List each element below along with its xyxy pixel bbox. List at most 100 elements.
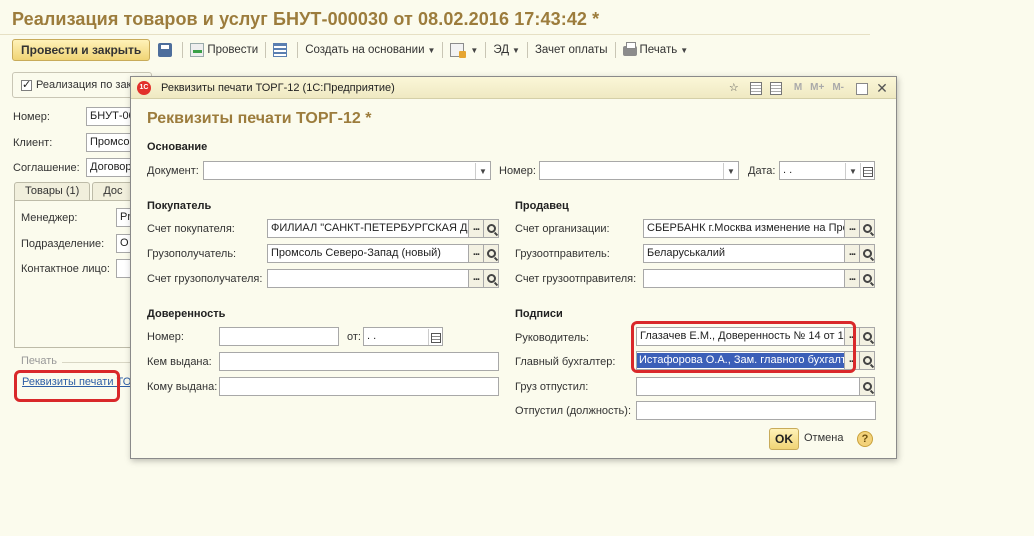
post-button[interactable]: Провести (186, 39, 262, 61)
number-label: Номер: (13, 111, 50, 123)
maximize-icon[interactable] (856, 83, 868, 95)
search-icon (486, 274, 496, 283)
issued-by-field[interactable] (219, 352, 499, 371)
basis-document-field[interactable]: ▼ (203, 161, 491, 180)
agreement-label: Соглашение: (13, 162, 80, 174)
chevron-down-icon[interactable]: ▼ (845, 163, 860, 179)
create-based-on-button[interactable]: Создать на основании ▼ (301, 39, 439, 61)
consignee-account-field[interactable] (267, 269, 469, 288)
save-button[interactable] (154, 39, 179, 61)
print-requisites-link[interactable]: Реквизиты печати ТОРГ-12 (22, 376, 130, 388)
consignee-select-button[interactable]: ... (468, 244, 484, 263)
calendar-button[interactable] (428, 329, 442, 345)
tab-goods[interactable]: Товары (1) (14, 182, 91, 200)
main-toolbar: Провести и закрыть Провести Создать на о… (12, 39, 692, 61)
dialog-heading: Реквизиты печати ТОРГ-12 * (147, 110, 372, 127)
toolbar-separator (614, 42, 616, 58)
chevron-down-icon[interactable]: ▼ (723, 163, 738, 179)
poa-number-field[interactable] (219, 327, 339, 346)
favorite-icon[interactable]: ☆ (726, 80, 742, 96)
help-icon[interactable]: ? (857, 431, 873, 447)
poa-date-value: . . (367, 330, 377, 342)
consignee-open-button[interactable] (483, 244, 499, 263)
search-icon (862, 249, 872, 258)
head-open-button[interactable] (859, 327, 875, 346)
consignee-account-label: Счет грузополучателя: (147, 273, 263, 285)
chief-accountant-value: Истафорова О.А., Зам. главного бухгалт (637, 353, 844, 368)
chevron-down-icon: ▼ (427, 45, 436, 55)
released-position-field[interactable] (636, 401, 876, 420)
org-account-open-button[interactable] (859, 219, 875, 238)
issued-by-label: Кем выдана: (147, 356, 212, 368)
memory-button[interactable]: M (792, 80, 804, 96)
released-by-field[interactable] (636, 377, 860, 396)
search-icon (862, 356, 872, 365)
tab-additional[interactable]: Дос (92, 182, 134, 200)
chief-accountant-field[interactable]: Истафорова О.А., Зам. главного бухгалт (636, 351, 845, 370)
buyer-account-label: Счет покупателя: (147, 223, 235, 235)
consignee-label: Грузополучатель: (147, 248, 237, 260)
document-icon (450, 43, 467, 58)
payment-offset-button[interactable]: Зачет оплаты (531, 39, 612, 61)
issued-to-field[interactable] (219, 377, 499, 396)
buyer-account-open-button[interactable] (483, 219, 499, 238)
chevron-down-icon: ▼ (512, 45, 520, 55)
search-icon (862, 332, 872, 341)
calendar-button[interactable] (860, 163, 874, 179)
calculator-icon[interactable] (749, 82, 762, 95)
close-icon[interactable]: ✕ (874, 80, 890, 96)
poa-date-field[interactable]: . . (363, 327, 443, 346)
basis-date-field[interactable]: . . ▼ (779, 161, 875, 180)
agreement-field[interactable]: Договор (86, 158, 132, 177)
head-label: Руководитель: (515, 332, 589, 344)
ok-button[interactable]: OK (769, 428, 799, 450)
basis-number-field[interactable]: ▼ (539, 161, 739, 180)
consignee-account-select-button[interactable]: ... (468, 269, 484, 288)
shipper-field[interactable]: Беларуськалий (643, 244, 845, 263)
print-menu-button[interactable]: Печать ▼ (619, 39, 693, 61)
chief-accountant-select-button[interactable]: ... (844, 351, 860, 370)
org-account-field[interactable]: СБЕРБАНК г.Москва изменение на Пром (643, 219, 845, 238)
buyer-account-select-button[interactable]: ... (468, 219, 484, 238)
signatures-section-title: Подписи (515, 308, 563, 320)
poa-number-label: Номер: (147, 331, 184, 343)
basis-section-title: Основание (147, 141, 208, 153)
dialog-titlebar: 1С Реквизиты печати ТОРГ-12 (1С:Предприя… (131, 77, 896, 99)
cancel-button[interactable]: Отмена (804, 432, 843, 444)
org-account-label: Счет организации: (515, 223, 610, 235)
checkbox-checked[interactable] (21, 78, 32, 91)
print-group-divider (62, 362, 132, 363)
number-field[interactable]: БНУТ-00 (86, 107, 132, 126)
shipper-open-button[interactable] (859, 244, 875, 263)
ed-button[interactable]: ЭД ▼ (489, 39, 524, 61)
journal-button[interactable] (269, 39, 294, 61)
shipper-select-button[interactable]: ... (844, 244, 860, 263)
chevron-down-icon[interactable]: ▼ (475, 163, 490, 179)
consignee-account-open-button[interactable] (483, 269, 499, 288)
department-label: Подразделение: (21, 238, 105, 250)
sale-by-order-label: Реализация по зак (36, 79, 132, 91)
post-and-close-button[interactable]: Провести и закрыть (12, 39, 151, 61)
document-title: Реализация товаров и услуг БНУТ-000030 о… (12, 9, 600, 29)
list-icon (273, 43, 288, 57)
calendar-icon[interactable] (769, 82, 782, 95)
buyer-account-field[interactable]: ФИЛИАЛ "САНКТ-ПЕТЕРБУРГСКАЯ ДИРЕ (267, 219, 469, 238)
post-label: Провести (207, 44, 259, 56)
memory-plus-button[interactable]: M+ (808, 80, 826, 96)
reports-button[interactable]: ▼ (446, 39, 482, 61)
shipper-account-open-button[interactable] (859, 269, 875, 288)
shipper-account-field[interactable] (643, 269, 845, 288)
client-field[interactable]: Промсо (86, 133, 132, 152)
consignee-field[interactable]: Промсоль Северо-Запад (новый) (267, 244, 469, 263)
head-select-button[interactable]: ... (844, 327, 860, 346)
head-field[interactable]: Глазачев Е.М., Доверенность № 14 от 1 (636, 327, 845, 346)
shipper-account-select-button[interactable]: ... (844, 269, 860, 288)
chief-accountant-open-button[interactable] (859, 351, 875, 370)
poa-section-title: Доверенность (147, 308, 226, 320)
toolbar-separator (297, 42, 299, 58)
chief-accountant-label: Главный бухгалтер: (515, 356, 616, 368)
released-by-open-button[interactable] (859, 377, 875, 396)
memory-minus-button[interactable]: M- (830, 80, 846, 96)
org-account-select-button[interactable]: ... (844, 219, 860, 238)
calendar-icon (862, 167, 873, 177)
